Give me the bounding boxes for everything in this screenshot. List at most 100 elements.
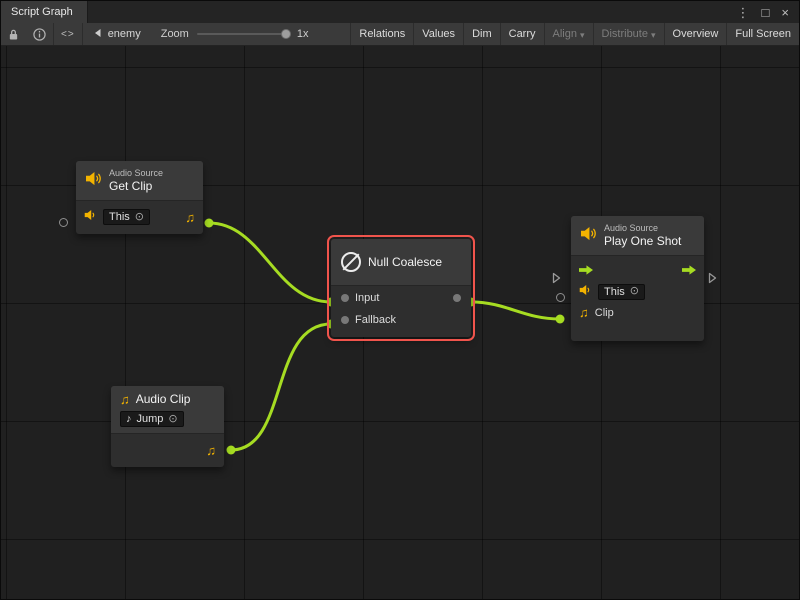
toolbar-button-align: Align▾ [544,23,593,45]
toolbar-button-overview[interactable]: Overview [664,23,727,45]
button-label: Dim [472,28,492,40]
dropdown-arrow-icon: ▾ [651,30,656,41]
control-output-arrow-icon[interactable] [682,262,696,280]
node-body: This ⊙ ♫ Clip [571,256,704,341]
audio-clip-output-icon[interactable]: ♫ [206,444,216,457]
this-port-row: This ⊙ [571,281,704,302]
input-port[interactable] [341,294,349,302]
tab-script-graph[interactable]: Script Graph [1,1,88,23]
node-header: Null Coalesce [331,239,471,286]
button-label: Full Screen [735,28,791,40]
port-this-input-getclip[interactable] [59,218,68,227]
unity-graph-window: Script Graph ⋮ □ × <> enemy Zoom 1x [0,0,800,600]
control-flow-row [571,260,704,281]
titlebar-spacer [88,1,727,23]
node-header: ♫ Audio Clip ♪ Jump ⊙ [111,386,224,434]
graph-breadcrumb[interactable]: enemy [83,23,151,45]
window-menu-icon[interactable]: ⋮ [737,6,750,19]
lock-icon[interactable] [1,23,26,45]
node-titles: Audio Source Get Clip [109,168,163,193]
zoom-control: Zoom 1x [151,28,319,40]
clip-port-row: ♫ Clip [571,302,704,323]
button-label: Overview [673,28,719,40]
node-play-one-shot[interactable]: Audio Source Play One Shot [571,216,704,341]
zoom-slider-knob[interactable] [281,29,291,39]
info-icon[interactable] [26,23,53,45]
node-get-clip[interactable]: Audio Source Get Clip This ⊙ ♫ [76,161,203,234]
toolbar-button-dim[interactable]: Dim [463,23,500,45]
this-object-dropdown[interactable]: This ⊙ [103,209,150,225]
node-null-coalesce[interactable]: Null Coalesce Input Fallback [331,239,471,337]
node-body: Input Fallback [331,286,471,337]
value-output-row: ♫ [111,437,224,463]
node-header: Audio Source Play One Shot [571,216,704,256]
node-category: Audio Source [109,168,163,179]
node-title: Null Coalesce [368,255,442,269]
toolbar-button-relations[interactable]: Relations [350,23,413,45]
fallback-label: Fallback [355,314,396,326]
port-control-input[interactable] [552,271,561,289]
wire-getclip-to-input[interactable] [209,223,331,302]
toolbar-button-fullscreen[interactable]: Full Screen [726,23,799,45]
toolbar-button-distribute: Distribute▾ [593,23,664,45]
node-title: Play One Shot [604,234,681,248]
audio-source-icon [580,226,597,246]
graph-breadcrumb-label: enemy [108,28,141,40]
speaker-icon [579,283,592,301]
object-picker-icon: ⊙ [630,286,639,297]
node-body: This ⊙ ♫ [76,201,203,234]
window-controls: ⋮ □ × [727,1,799,23]
node-title-row: ♫ Audio Clip [120,392,190,406]
this-value: This [604,286,625,298]
small-note-icon: ♪ [126,414,132,425]
this-object-dropdown[interactable]: This ⊙ [598,284,645,300]
node-title: Audio Clip [136,392,191,406]
audio-clip-value-dropdown[interactable]: ♪ Jump ⊙ [120,411,184,427]
fallback-port[interactable] [341,316,349,324]
toolbar-button-values[interactable]: Values [413,23,463,45]
object-picker-icon: ⊙ [135,212,144,223]
window-maximize-icon[interactable]: □ [762,6,770,19]
null-coalesce-icon [341,252,361,272]
audio-clip-input-icon[interactable]: ♫ [579,306,589,319]
speaker-icon [84,208,97,226]
wire-audioclip-to-fallback[interactable] [231,324,331,450]
button-label: Carry [509,28,536,40]
button-label: Align [553,28,577,40]
port-dot[interactable] [205,219,214,228]
button-label: Values [422,28,455,40]
graph-toolbar: <> enemy Zoom 1x Relations Values Dim Ca… [1,23,799,46]
fallback-port-row: Fallback [331,309,471,331]
port-control-output[interactable] [708,271,717,289]
tab-title: Script Graph [11,6,73,18]
input-label: Input [355,292,379,304]
code-preview-icon[interactable]: <> [54,23,82,45]
port-this-input-playoneshot[interactable] [556,293,565,302]
node-title: Get Clip [109,179,163,193]
toolbar-buttons: Relations Values Dim Carry Align▾ Distri… [350,23,799,45]
window-close-icon[interactable]: × [781,6,789,19]
dropdown-arrow-icon: ▾ [580,30,585,41]
zoom-label: Zoom [161,28,189,40]
audio-clip-icon: ♫ [120,393,130,406]
node-header: Audio Source Get Clip [76,161,203,201]
input-port-row: Input [331,287,471,309]
button-label: Distribute [602,28,648,40]
graph-canvas[interactable]: Audio Source Get Clip This ⊙ ♫ [1,46,799,599]
audio-clip-output-icon[interactable]: ♫ [185,211,195,224]
node-titles: Audio Source Play One Shot [604,223,681,248]
node-body: ♫ [111,434,224,467]
control-input-arrow-icon[interactable] [579,262,593,280]
port-dot[interactable] [556,315,565,324]
toolbar-button-carry[interactable]: Carry [500,23,544,45]
node-category: Audio Source [604,223,681,234]
wire-result-to-clip[interactable] [471,302,560,319]
graph-breadcrumb-icon [93,28,103,41]
zoom-value: 1x [297,28,309,40]
port-dot[interactable] [227,446,236,455]
titlebar: Script Graph ⋮ □ × [1,1,799,23]
result-output-port[interactable] [453,294,461,302]
this-port-row: This ⊙ ♫ [76,204,203,230]
zoom-slider[interactable] [197,33,289,35]
node-audio-clip[interactable]: ♫ Audio Clip ♪ Jump ⊙ ♫ [111,386,224,467]
